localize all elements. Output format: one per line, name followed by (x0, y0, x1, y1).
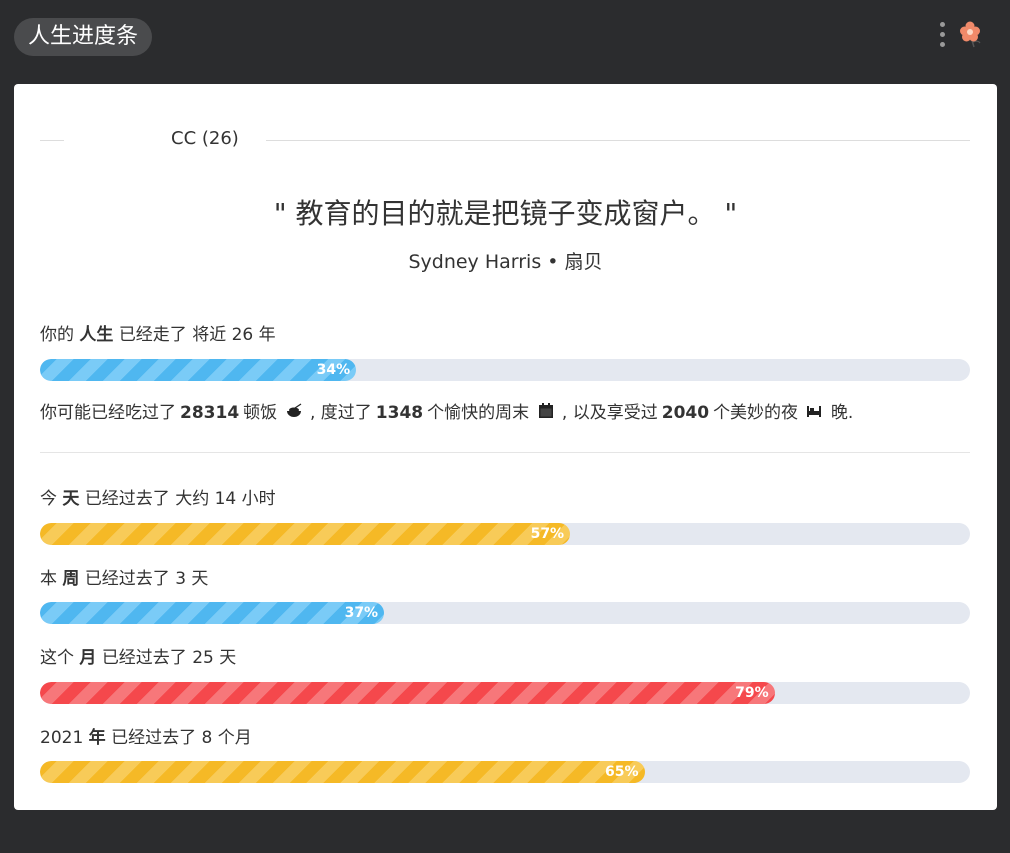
week-progress-bar: 37% (40, 602, 970, 624)
life-label-prefix: 你的 (40, 325, 74, 345)
day-label: 今 天 已经过去了 大约 14 小时 (40, 484, 276, 509)
divider-line (40, 140, 64, 141)
week-label-bold: 周 (62, 569, 80, 589)
year-progress-percent: 65% (604, 764, 639, 780)
app-title[interactable]: 人生进度条 (14, 18, 153, 56)
stats-text: 顿饭 (243, 403, 278, 423)
month-progress-bar: 79% (40, 682, 970, 704)
stats-text: 晚. (830, 403, 854, 423)
stats-text: 你可能已经吃过了 (40, 403, 176, 423)
year-label-suffix: 已经过去了 8 个月 (111, 728, 252, 748)
day-label-bold: 天 (62, 489, 80, 509)
stats-text: 个美妙的夜 (713, 403, 799, 423)
profile-name: CC (26) (171, 128, 239, 149)
stats-text: 个愉快的周末 (427, 403, 530, 423)
calendar-icon (538, 403, 553, 418)
profile-header: CC (26) (40, 128, 970, 154)
month-label-prefix: 这个 (40, 648, 74, 668)
divider-line (266, 140, 970, 141)
section-divider (40, 452, 970, 453)
week-progress-percent: 37% (344, 605, 379, 621)
week-label: 本 周 已经过去了 3 天 (40, 564, 208, 589)
day-progress-fill: 57% (40, 523, 571, 545)
weekends-count: 1348 (375, 403, 424, 423)
week-progress-fill: 37% (40, 602, 385, 624)
bed-icon (807, 406, 822, 417)
month-label: 这个 月 已经过去了 25 天 (40, 643, 236, 668)
month-progress-percent: 79% (735, 685, 769, 701)
day-progress-bar: 57% (40, 523, 970, 545)
life-label-bold: 人生 (79, 325, 114, 345)
nights-count: 2040 (661, 403, 710, 423)
month-progress-fill: 79% (40, 682, 775, 704)
year-label: 2021 年 已经过去了 8 个月 (40, 723, 252, 748)
life-progress-bar: 34% (40, 359, 970, 381)
stats-text: , 度过了 (309, 403, 372, 423)
month-label-suffix: 已经过去了 25 天 (101, 648, 237, 668)
meals-count: 28314 (180, 403, 240, 423)
week-label-suffix: 已经过去了 3 天 (84, 569, 209, 589)
quote-author: Sydney Harris • 扇贝 (408, 251, 603, 273)
day-label-suffix: 已经过去了 大约 14 小时 (84, 489, 276, 509)
year-progress-fill: 65% (40, 761, 645, 783)
week-label-prefix: 本 (40, 569, 57, 589)
life-stats: 你可能已经吃过了 28314 顿饭 , 度过了 1348 个愉快的周末 , 以及享受过 2… (40, 398, 853, 423)
progress-card: CC (26) " 教育的目的就是把镜子变成窗户。 " Sydney Harri… (14, 84, 997, 810)
top-bar: 人生进度条 (0, 0, 1010, 78)
day-progress-percent: 57% (530, 526, 565, 542)
year-label-prefix: 2021 (40, 728, 84, 748)
more-vertical-icon[interactable] (935, 22, 949, 52)
quote-text: " 教育的目的就是把镜子变成窗户。 " (273, 197, 738, 230)
day-label-prefix: 今 (40, 489, 57, 509)
month-label-bold: 月 (79, 648, 97, 668)
rice-bowl-icon (286, 403, 301, 417)
year-progress-bar: 65% (40, 761, 970, 783)
life-progress-percent: 34% (316, 362, 351, 378)
stats-text: , 以及享受过 (561, 403, 658, 423)
flower-icon[interactable] (956, 20, 984, 50)
life-label-suffix: 已经走了 将近 26 年 (118, 325, 276, 345)
year-label-bold: 年 (88, 728, 106, 748)
life-label: 你的 人生 已经走了 将近 26 年 (40, 320, 276, 345)
life-progress-fill: 34% (40, 359, 357, 381)
